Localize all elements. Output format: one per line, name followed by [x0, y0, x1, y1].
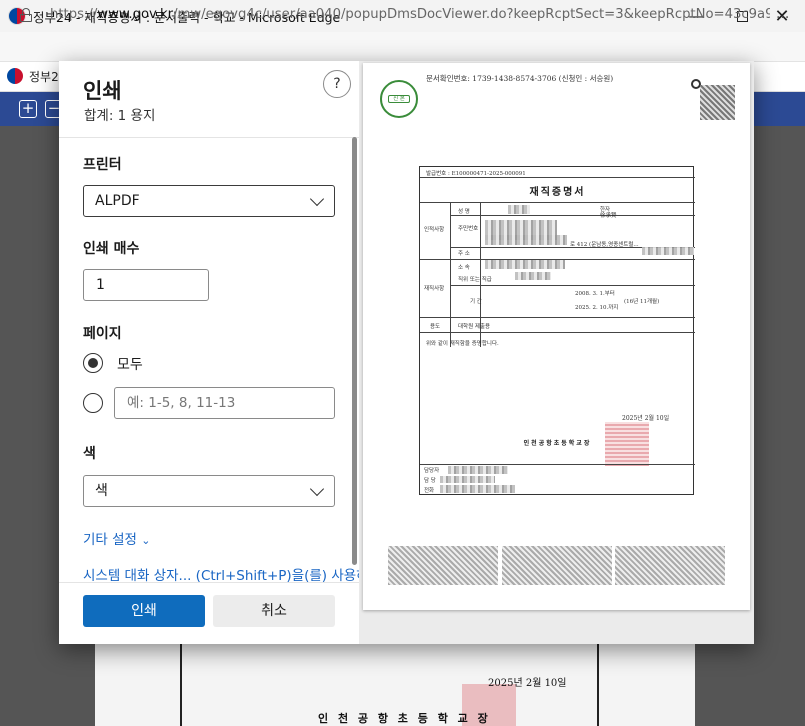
- sheet-count: 합계: 1 용지: [84, 108, 156, 124]
- background-school-name: 인 천 공 항 초 등 학 교 장: [318, 712, 491, 725]
- job-section-label: 재직사항: [424, 286, 445, 292]
- more-settings-link[interactable]: 기타 설정 ⌄: [83, 528, 151, 548]
- preview-page: 진 본 문서확인번호: 1739-1438-8574-3706 (신청인 : 서…: [363, 63, 750, 610]
- cancel-button[interactable]: 취소: [213, 595, 335, 627]
- original-stamp: 진 본: [380, 80, 418, 118]
- chevron-down-icon: [309, 481, 325, 497]
- contact-dept-label: 담 당: [424, 478, 436, 484]
- redacted-contact: [448, 466, 508, 474]
- statement-text: 위와 같이 재직함을 증명합니다.: [426, 341, 499, 347]
- document-confirm-number: 문서확인번호: 1739-1438-8574-3706 (신청인 : 서승원): [426, 74, 614, 83]
- form-line: [450, 285, 695, 286]
- footer-divider: [59, 582, 359, 583]
- form-line: [420, 202, 695, 203]
- issue-date: 2025년 2월 10일: [622, 415, 670, 422]
- form-line: [420, 332, 695, 333]
- chevron-down-icon: [309, 191, 325, 207]
- chevron-down-icon: ⌄: [141, 534, 151, 547]
- lock-icon[interactable]: [20, 8, 32, 22]
- url-more-icon[interactable]: ...: [776, 6, 789, 22]
- background-date: 2025년 2월 10일: [488, 678, 567, 689]
- period-from: 2008. 3. 1.부터: [575, 291, 615, 297]
- pages-all-radio[interactable]: [83, 353, 103, 373]
- hanja-value: 徐承賢: [600, 213, 617, 219]
- printer-label: 프린터: [83, 157, 122, 173]
- form-line: [420, 317, 695, 318]
- redacted-dept: [485, 260, 565, 269]
- system-dialog-link[interactable]: 시스템 대화 상자... (Ctrl+Shift+P)을(를) 사용하여: [83, 564, 381, 584]
- redacted-position: [515, 272, 551, 280]
- page-range-input[interactable]: 예: 1-5, 8, 11-13: [114, 387, 335, 419]
- color-select[interactable]: 색: [83, 475, 335, 507]
- purpose-field-label: 용도: [430, 324, 441, 330]
- qr-code: [700, 85, 735, 120]
- purpose-value: 대학원 제출용: [458, 324, 491, 330]
- form-title: 재직증명서: [529, 187, 586, 198]
- rrn-field-label: 주민번호: [458, 226, 479, 232]
- pages-all-label: 모두: [117, 357, 143, 373]
- zoom-in-button[interactable]: +: [19, 100, 37, 118]
- form-line: [450, 215, 695, 216]
- form-line: [450, 202, 451, 347]
- settings-scrollbar[interactable]: [350, 137, 358, 567]
- form-number: 발급번호 : E100000471-2025-000091: [426, 171, 526, 177]
- redacted-address: [485, 235, 567, 245]
- position-field-label: 직위 또는 직급: [458, 277, 492, 283]
- redacted-name: [508, 205, 530, 214]
- redacted-phone: [440, 485, 515, 493]
- period-field-label: 기 간: [470, 299, 482, 305]
- background-border-line: [180, 640, 182, 726]
- gov24-tab-logo-icon: [7, 68, 23, 84]
- copies-input[interactable]: 1: [83, 269, 209, 301]
- period-to: 2025. 2. 10.까지: [575, 305, 619, 311]
- pages-custom-radio[interactable]: [83, 393, 103, 413]
- print-dialog: 인쇄 합계: 1 용지 ? 프린터 ALPDF 인쇄 매수 1 페이지 모두 예…: [59, 61, 754, 644]
- address-partial: 로 412 (운남동,영종센트럴...: [570, 242, 639, 248]
- scrollbar-thumb[interactable]: [352, 137, 357, 565]
- print-button[interactable]: 인쇄: [83, 595, 205, 627]
- background-border-line: [597, 640, 599, 726]
- form-line: [420, 177, 695, 178]
- redacted-contact: [440, 476, 495, 483]
- period-total: (16년 11개월): [624, 299, 660, 305]
- redacted-address: [642, 247, 694, 255]
- dept-field-label: 소 속: [458, 265, 470, 271]
- header-divider: [59, 137, 359, 138]
- color-label: 색: [83, 446, 96, 462]
- contact-person-label: 담당자: [424, 468, 440, 474]
- help-button[interactable]: ?: [323, 70, 351, 98]
- print-settings-panel: 인쇄 합계: 1 용지 ? 프린터 ALPDF 인쇄 매수 1 페이지 모두 예…: [59, 61, 381, 644]
- url-field[interactable]: https://www.gov.kr/mw/egovg4c/user/aa040…: [50, 7, 770, 22]
- copies-label: 인쇄 매수: [83, 241, 140, 257]
- address-bar: [0, 32, 805, 62]
- print-preview-panel: 진 본 문서확인번호: 1739-1438-8574-3706 (신청인 : 서…: [359, 61, 754, 644]
- issuer-name: 인천공항초등학교장: [523, 440, 592, 447]
- barcode-image: [388, 546, 498, 585]
- dialog-title: 인쇄: [83, 79, 122, 103]
- form-line: [420, 464, 695, 465]
- personal-section-label: 인적사항: [424, 227, 445, 233]
- name-field-label: 성 명: [458, 209, 470, 215]
- barcode-image: [502, 546, 612, 585]
- barcode-image: [615, 546, 725, 585]
- stamp-label: 진 본: [388, 95, 410, 103]
- certificate-form: 발급번호 : E100000471-2025-000091 재직증명서 인적사항…: [419, 166, 695, 495]
- printer-select[interactable]: ALPDF: [83, 185, 335, 217]
- contact-phone-label: 전화: [424, 488, 435, 494]
- pages-label: 페이지: [83, 326, 122, 342]
- address-field-label: 주 소: [458, 251, 470, 257]
